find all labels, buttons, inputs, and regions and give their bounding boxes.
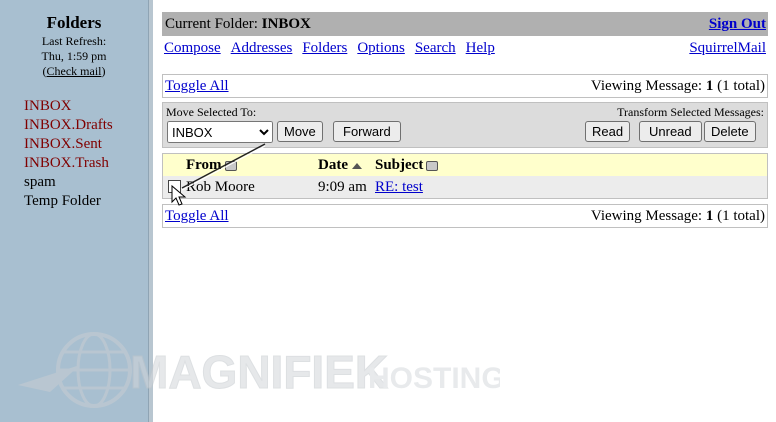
folder-spam: spam bbox=[24, 174, 56, 190]
forward-button[interactable]: Forward bbox=[333, 121, 401, 142]
sort-icon[interactable] bbox=[224, 160, 237, 171]
transform-label: Transform Selected Messages: bbox=[617, 105, 764, 119]
nav-help[interactable]: Help bbox=[466, 40, 495, 56]
squirrelmail-link[interactable]: SquirrelMail bbox=[689, 40, 766, 57]
folder-inbox-trash[interactable]: INBOX.Trash bbox=[24, 154, 148, 173]
folder-list: INBOX INBOX.Drafts INBOX.Sent INBOX.Tras… bbox=[0, 97, 148, 211]
delete-button[interactable]: Delete bbox=[704, 121, 756, 142]
nav-compose[interactable]: Compose bbox=[164, 40, 221, 56]
nav-options[interactable]: Options bbox=[357, 40, 405, 56]
date-header[interactable]: Date bbox=[318, 157, 348, 173]
last-refresh: Last Refresh: Thu, 1:59 pm (Check mail) bbox=[0, 34, 148, 79]
folder-inbox[interactable]: INBOX bbox=[24, 97, 148, 116]
move-selected-label: Move Selected To: bbox=[166, 105, 257, 119]
current-folder-label: Current Folder: bbox=[165, 15, 258, 32]
main-pane: Current Folder: INBOX Sign Out Compose Ad… bbox=[162, 12, 768, 228]
sort-icon[interactable] bbox=[426, 160, 439, 171]
sort-ascending-icon[interactable] bbox=[352, 162, 362, 169]
nav-search[interactable]: Search bbox=[415, 40, 456, 56]
list-header: From Date Subject bbox=[163, 154, 767, 176]
folder-inbox-drafts[interactable]: INBOX.Drafts bbox=[24, 116, 148, 135]
bottom-viewbar: Toggle All Viewing Message: 1 (1 total) bbox=[162, 204, 768, 228]
watermark-brand: MAGNIFIEK bbox=[130, 346, 388, 398]
nav-folders[interactable]: Folders bbox=[302, 40, 347, 56]
current-folder-name: INBOX bbox=[261, 15, 311, 32]
sign-out-link[interactable]: Sign Out bbox=[709, 16, 766, 33]
row-subject-link[interactable]: RE: test bbox=[375, 179, 423, 196]
subject-header[interactable]: Subject bbox=[375, 157, 423, 173]
unread-button[interactable]: Unread bbox=[639, 121, 702, 142]
folder-inbox-sent[interactable]: INBOX.Sent bbox=[24, 135, 148, 154]
table-row: Rob Moore 9:09 am RE: test bbox=[163, 176, 767, 198]
last-refresh-label: Last Refresh: bbox=[41, 34, 107, 48]
move-button[interactable]: Move bbox=[277, 121, 323, 142]
main-nav: Compose Addresses Folders Options Search Help… bbox=[162, 40, 768, 57]
nav-addresses[interactable]: Addresses bbox=[231, 40, 293, 56]
folder-header: Current Folder: INBOX Sign Out bbox=[162, 12, 768, 36]
watermark-suffix: HOSTING bbox=[368, 362, 500, 395]
folders-title: Folders bbox=[46, 13, 102, 32]
toggle-all-link[interactable]: Toggle All bbox=[165, 78, 229, 95]
row-date: 9:09 am bbox=[318, 179, 367, 195]
row-from: Rob Moore bbox=[186, 179, 255, 195]
check-mail-link[interactable]: Check mail bbox=[47, 64, 102, 78]
message-checkbox[interactable] bbox=[168, 180, 181, 193]
move-target-select[interactable]: INBOX bbox=[167, 121, 273, 143]
from-header[interactable]: From bbox=[186, 157, 222, 173]
globe-icon: MAGNIFIEK HOSTING bbox=[18, 332, 505, 408]
watermark-logo: MAGNIFIEK HOSTING bbox=[10, 330, 505, 410]
folder-temp: Temp Folder bbox=[24, 193, 101, 209]
toggle-all-link-bottom[interactable]: Toggle All bbox=[165, 208, 229, 225]
message-actions: Move Selected To: Transform Selected Mes… bbox=[162, 102, 768, 148]
read-button[interactable]: Read bbox=[585, 121, 631, 142]
last-refresh-time: Thu, 1:59 pm bbox=[41, 49, 107, 63]
message-list: From Date Subject Rob Moore 9:09 am RE: … bbox=[162, 153, 768, 199]
top-viewbar: Toggle All Viewing Message: 1 (1 total) bbox=[162, 74, 768, 98]
